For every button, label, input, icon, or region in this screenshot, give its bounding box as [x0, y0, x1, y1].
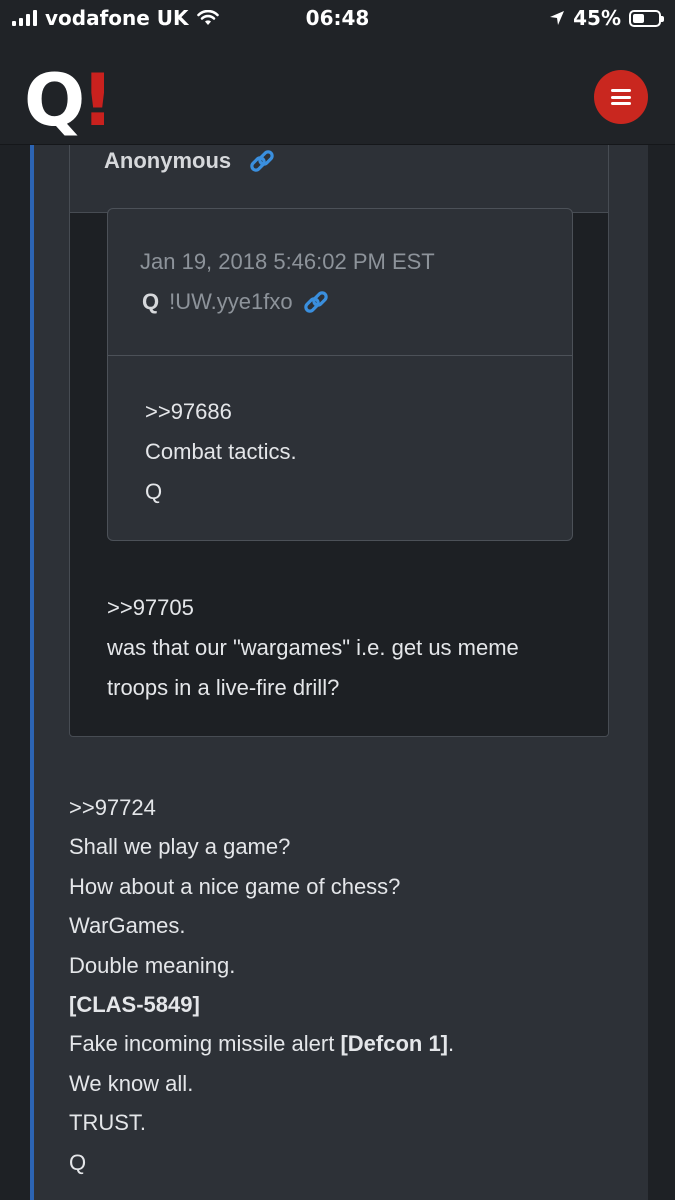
post-line: Fake incoming missile alert [Defcon 1]. [69, 1024, 629, 1063]
battery-icon [629, 9, 664, 27]
nested-quote-header: Jan 19, 2018 5:46:02 PM EST Q !UW.yye1fx… [108, 209, 572, 356]
nested-quote: Jan 19, 2018 5:46:02 PM EST Q !UW.yye1fx… [107, 208, 573, 541]
app-header: Q ! [0, 38, 675, 145]
quoted-post: Anonymous Jan 19, 2018 5:46:02 PM EST Q … [69, 145, 609, 737]
post-line: Double meaning. [69, 952, 236, 978]
post-signature: Q [69, 1149, 87, 1175]
post-line: We know all. [69, 1070, 194, 1096]
post-text: . [448, 1031, 455, 1057]
hamburger-icon [611, 89, 631, 105]
post-line: TRUST. [69, 1110, 146, 1136]
nested-quote-author-row: Q !UW.yye1fxo [142, 289, 329, 315]
quoted-post-author: Anonymous [104, 148, 232, 173]
battery-level [633, 13, 644, 23]
link-icon[interactable] [303, 289, 329, 315]
quoted-post-header: Anonymous [70, 145, 608, 213]
post-reference-link[interactable]: >>97724 [69, 788, 629, 827]
logo-letter: Q [24, 58, 85, 142]
link-icon[interactable] [249, 148, 275, 174]
nested-quote-line: Combat tactics. [145, 439, 297, 464]
post-line-bold: [CLAS-5849] [69, 992, 200, 1018]
quoted-post-author-row: Anonymous [104, 148, 275, 174]
post-line: Shall we play a game? [69, 834, 291, 860]
post-text-bold: [Defcon 1] [340, 1031, 448, 1057]
quoted-post-line: troops in a live-fire drill? [107, 675, 340, 700]
site-logo[interactable]: Q ! [24, 58, 115, 142]
nested-quote-line: Q [145, 479, 163, 504]
post-date: Jan 19, 2018 5:46:02 PM EST [140, 249, 435, 274]
post-line: WarGames. [69, 913, 186, 939]
quoted-post-body: >>97705 was that our "wargames" i.e. get… [107, 588, 587, 708]
status-bar: vodafone UK 06:48 45% [0, 0, 675, 38]
post-reference-link[interactable]: >>97705 [107, 588, 587, 628]
tripcode: !UW.yye1fxo [169, 289, 293, 314]
menu-button[interactable] [594, 70, 648, 124]
post-line: How about a nice game of chess? [69, 873, 401, 899]
author-name: Q [142, 289, 160, 314]
post-text: Fake incoming missile alert [69, 1031, 341, 1057]
post-body: >>97724 Shall we play a game? How about … [69, 788, 629, 1182]
logo-mark: ! [81, 58, 115, 142]
quoted-post-line: was that our "wargames" i.e. get us meme [107, 635, 519, 660]
post-content: Anonymous Jan 19, 2018 5:46:02 PM EST Q … [0, 145, 675, 1200]
location-arrow-icon [550, 11, 565, 25]
battery-percent: 45% [573, 6, 621, 30]
post-reference-link[interactable]: >>97686 [145, 392, 297, 432]
status-right: 45% [549, 6, 664, 30]
nested-quote-body: >>97686 Combat tactics. Q [145, 392, 297, 512]
